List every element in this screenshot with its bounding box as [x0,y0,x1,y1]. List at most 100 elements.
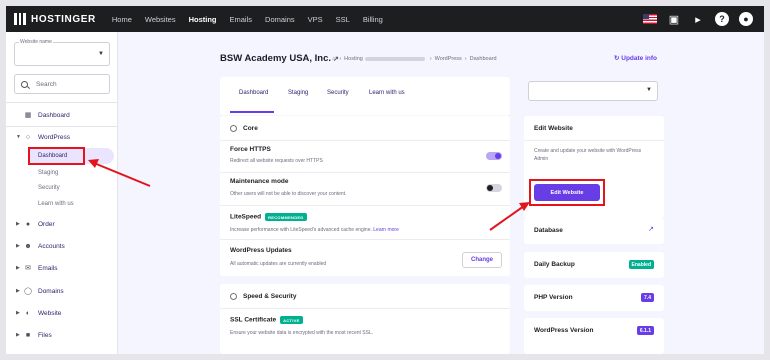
force-https-desc: Redirect all website requests over HTTPS [230,158,323,164]
shield-icon [230,293,237,300]
caret-right-icon: ▶ [16,332,20,338]
sidebar-sub-learn[interactable]: Learn with us [38,201,74,207]
main-nav: Home Websites Hosting Emails Domains VPS… [112,15,396,24]
tab-security[interactable]: Security [327,90,349,96]
nav-home[interactable]: Home [112,15,132,24]
tab-dashboard[interactable]: Dashboard [239,90,268,96]
sidebar-item-domains[interactable]: ▶ ◯ Domains [16,287,64,296]
nav-vps[interactable]: VPS [308,15,323,24]
order-icon: ● [25,220,31,228]
sidebar-divider [6,126,118,127]
php-version-badge: 7.4 [641,293,654,302]
row-divider [220,205,510,206]
litespeed-desc: Increase performance with LiteSpeed's ad… [230,227,399,233]
tab-staging[interactable]: Staging [288,90,308,96]
speed-security-card: Speed & Security SSL Certificate ACTIVE E… [220,284,510,354]
store-icon[interactable]: ▣ [666,11,682,27]
chevron-down-icon: ▼ [98,51,104,57]
redacted-domain [364,57,425,61]
litespeed-title: LiteSpeed RECOMMENDED [230,213,307,221]
nav-emails[interactable]: Emails [230,15,253,24]
tab-bar: Dashboard Staging Security Learn with us [220,77,510,115]
breadcrumb-hosting[interactable]: Hosting [344,56,363,62]
maintenance-toggle[interactable] [486,184,502,192]
external-link-icon[interactable]: ↗ [648,225,654,233]
home-icon[interactable]: ⌂ [332,56,335,62]
wordpress-icon: ○ [25,133,31,141]
wp-version-card[interactable]: WordPress Version 6.1.1 [524,318,664,354]
sidebar-item-emails[interactable]: ▶ ✉ Emails [16,264,58,273]
edit-website-card: Edit Website Create and update your webs… [524,116,664,218]
chevron-down-icon: ▼ [646,87,652,93]
daily-backup-card[interactable]: Daily Backup Enabled [524,252,664,278]
change-button[interactable]: Change [462,252,502,268]
ssl-active-badge: ACTIVE [280,316,303,324]
update-info-button[interactable]: ↻ Update info [614,54,657,62]
breadcrumb-wordpress[interactable]: WordPress [435,56,462,62]
ssl-desc: Ensure your website data is encrypted wi… [230,330,374,336]
nav-websites[interactable]: Websites [145,15,176,24]
force-https-title: Force HTTPS [230,146,271,153]
nav-ssl[interactable]: SSL [336,15,350,24]
row-divider [220,140,510,141]
sidebar-item-dashboard[interactable]: ▦ Dashboard [16,111,70,120]
website-name-select[interactable]: Website name ▼ [14,39,110,66]
dashboard-icon: ▦ [24,112,32,119]
core-card: Core Force HTTPS Redirect all website re… [220,116,510,276]
top-navbar: HOSTINGER Home Websites Hosting Emails D… [6,6,764,32]
php-version-card[interactable]: PHP Version 7.4 [524,285,664,311]
sidebar: Website name ▼ Search ▦ Dashboard ▼ ○ Wor… [6,32,118,354]
page-title: BSW Academy USA, Inc. ↗ [220,53,339,64]
breadcrumb: ⌂ › Hosting › WordPress › Dashboard [332,56,497,62]
selector-dropdown[interactable]: ▼ [528,81,658,101]
account-avatar-icon[interactable]: ● [738,11,754,27]
sidebar-item-order[interactable]: ▶ ● Order [16,220,55,228]
main-content: BSW Academy USA, Inc. ↗ ⌂ › Hosting › Wor… [118,32,764,354]
row-divider [524,140,664,141]
brand-name: HOSTINGER [31,13,96,25]
sidebar-divider [6,102,118,103]
security-header: Speed & Security [230,293,296,300]
force-https-toggle[interactable] [486,152,502,160]
nav-domains[interactable]: Domains [265,15,295,24]
folder-icon: ■ [25,331,31,339]
caret-right-icon: ▶ [16,265,20,271]
language-flag-icon[interactable] [642,11,658,27]
sidebar-item-website[interactable]: ▶ ◐ Website [16,309,61,317]
edit-website-title: Edit Website [534,125,573,132]
search-input[interactable]: Search [14,74,110,94]
caret-right-icon: ▶ [16,310,20,316]
database-card[interactable]: Database ↗ [524,218,664,244]
top-icon-group: ▣ ▸ ? ● [634,11,754,27]
backup-enabled-badge: Enabled [628,260,654,269]
row-divider [220,308,510,309]
tab-learn[interactable]: Learn with us [369,90,405,96]
wp-version-badge: 6.1.1 [636,326,654,335]
help-icon[interactable]: ? [714,11,730,27]
breadcrumb-dashboard: Dashboard [469,56,497,62]
sidebar-sub-staging[interactable]: Staging [38,170,58,176]
website-icon: ◐ [25,309,31,317]
wp-updates-desc: All automatic updates are currently enab… [230,261,327,267]
website-name-label: Website name [19,39,53,45]
core-icon [230,125,237,132]
recommended-badge: RECOMMENDED [265,213,307,221]
edit-website-desc: Create and update your website with Word… [534,148,642,162]
sidebar-item-accounts[interactable]: ▶ ☻ Accounts [16,242,65,250]
globe-icon: ◯ [24,288,32,295]
sidebar-sub-security[interactable]: Security [38,185,60,191]
ssl-title: SSL Certificate ACTIVE [230,316,303,324]
maintenance-title: Maintenance mode [230,178,289,185]
caret-right-icon: ▶ [16,243,20,249]
caret-right-icon: ▶ [16,288,20,294]
nav-hosting[interactable]: Hosting [189,15,217,24]
sidebar-item-files[interactable]: ▶ ■ Files [16,331,52,339]
megaphone-icon[interactable]: ▸ [690,11,706,27]
row-divider [220,172,510,173]
highlight-box-edit-website [529,179,605,206]
core-header: Core [230,125,258,132]
sidebar-item-wordpress[interactable]: ▼ ○ WordPress [16,133,70,141]
brand-logo[interactable]: HOSTINGER [14,13,96,25]
nav-billing[interactable]: Billing [363,15,383,24]
learn-more-link[interactable]: Learn more [373,227,399,233]
